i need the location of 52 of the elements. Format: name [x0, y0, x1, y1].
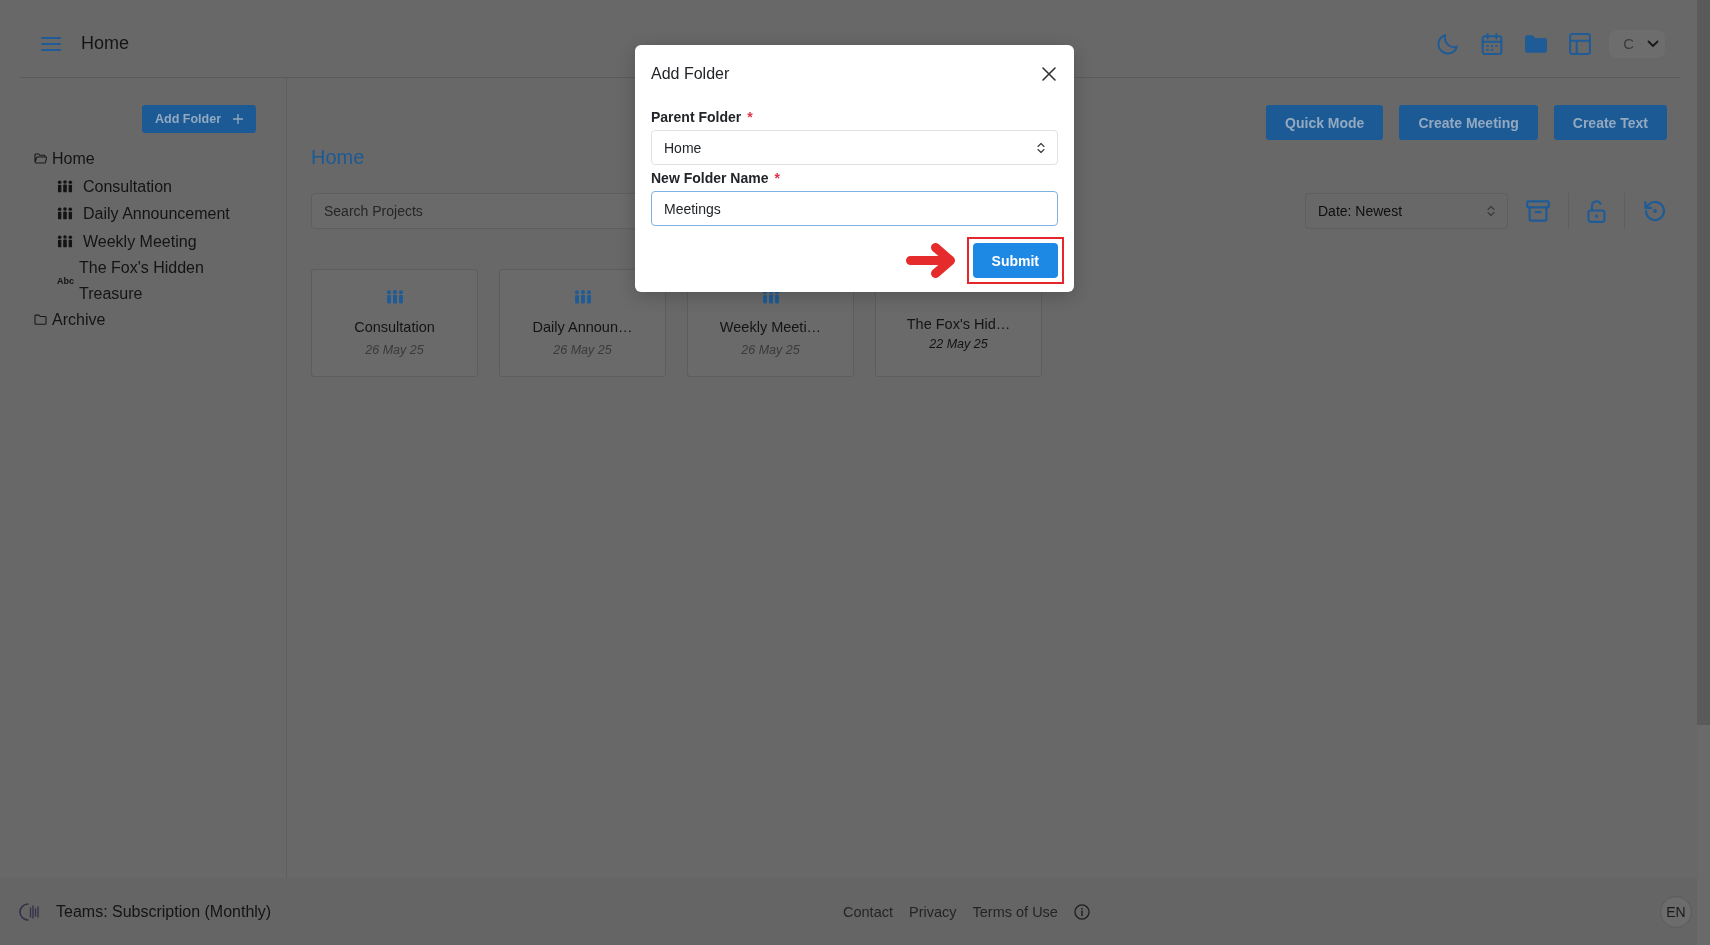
- folder-title: Home: [311, 145, 365, 169]
- people-icon: [761, 290, 780, 304]
- footer-link[interactable]: Privacy: [909, 903, 957, 920]
- language-button[interactable]: EN: [1660, 895, 1692, 928]
- menu-icon[interactable]: [41, 36, 61, 51]
- field-label: Parent Folder *: [651, 109, 753, 125]
- up-down-chevron-icon: [1487, 205, 1495, 217]
- folder-name-input[interactable]: Meetings: [651, 191, 1058, 226]
- folder-select[interactable]: Home: [651, 130, 1058, 165]
- text-type-icon: Abc: [57, 275, 74, 286]
- close-icon[interactable]: [1042, 67, 1056, 81]
- field-label: New Folder Name *: [651, 170, 780, 186]
- annotation-arrow: [905, 242, 957, 279]
- archive-box-icon[interactable]: [1526, 200, 1550, 222]
- action-button[interactable]: Create Meeting: [1399, 105, 1538, 140]
- action-button[interactable]: Create Text: [1553, 105, 1667, 140]
- calendar-icon[interactable]: [1481, 32, 1504, 55]
- footer-link[interactable]: Terms of Use: [972, 903, 1058, 920]
- history-icon[interactable]: [1643, 199, 1667, 223]
- logo-icon: [19, 901, 41, 922]
- unlocked-padlock-icon[interactable]: [1587, 199, 1606, 223]
- add-folder-button[interactable]: Add Folder: [142, 105, 256, 133]
- people-icon: [57, 179, 73, 193]
- tree-item[interactable]: Consultation: [57, 172, 256, 200]
- card-title: Weekly Meeti…: [719, 318, 822, 336]
- tree-item[interactable]: Daily Announcement: [57, 200, 256, 228]
- card-title: The Fox's Hid…: [906, 315, 1011, 333]
- layout-icon[interactable]: [1569, 32, 1592, 55]
- tree-item[interactable]: Abc The Fox's Hidden Treasure: [57, 255, 256, 306]
- tree-item[interactable]: Home: [34, 145, 256, 173]
- dialog-title: Add Folder: [651, 64, 730, 84]
- moon-icon[interactable]: [1437, 32, 1460, 55]
- action-button[interactable]: Quick Mode: [1266, 105, 1384, 140]
- folder-icon[interactable]: [1525, 33, 1548, 54]
- plan-label: Teams: Subscription (Monthly): [56, 902, 272, 921]
- people-icon: [57, 234, 73, 248]
- people-icon: [385, 290, 404, 304]
- page-title: Home: [81, 33, 129, 54]
- tree-item[interactable]: Archive: [34, 306, 256, 334]
- people-icon: [573, 290, 592, 304]
- tree-item[interactable]: Weekly Meeting: [57, 227, 256, 255]
- card-date: 22 May 25: [929, 336, 988, 352]
- chevron-down-icon: [1647, 39, 1659, 48]
- info-icon[interactable]: [1073, 903, 1090, 920]
- footer-link[interactable]: Contact: [843, 903, 893, 920]
- sort-select[interactable]: Date: Newest: [1305, 193, 1508, 229]
- up-down-chevron-icon: [1037, 141, 1045, 154]
- submit-button[interactable]: Submit: [972, 243, 1058, 278]
- card-title: Consultation: [354, 318, 435, 336]
- people-icon: [57, 207, 73, 221]
- plus-icon: [233, 114, 243, 124]
- card-title: Daily Announ…: [532, 318, 633, 336]
